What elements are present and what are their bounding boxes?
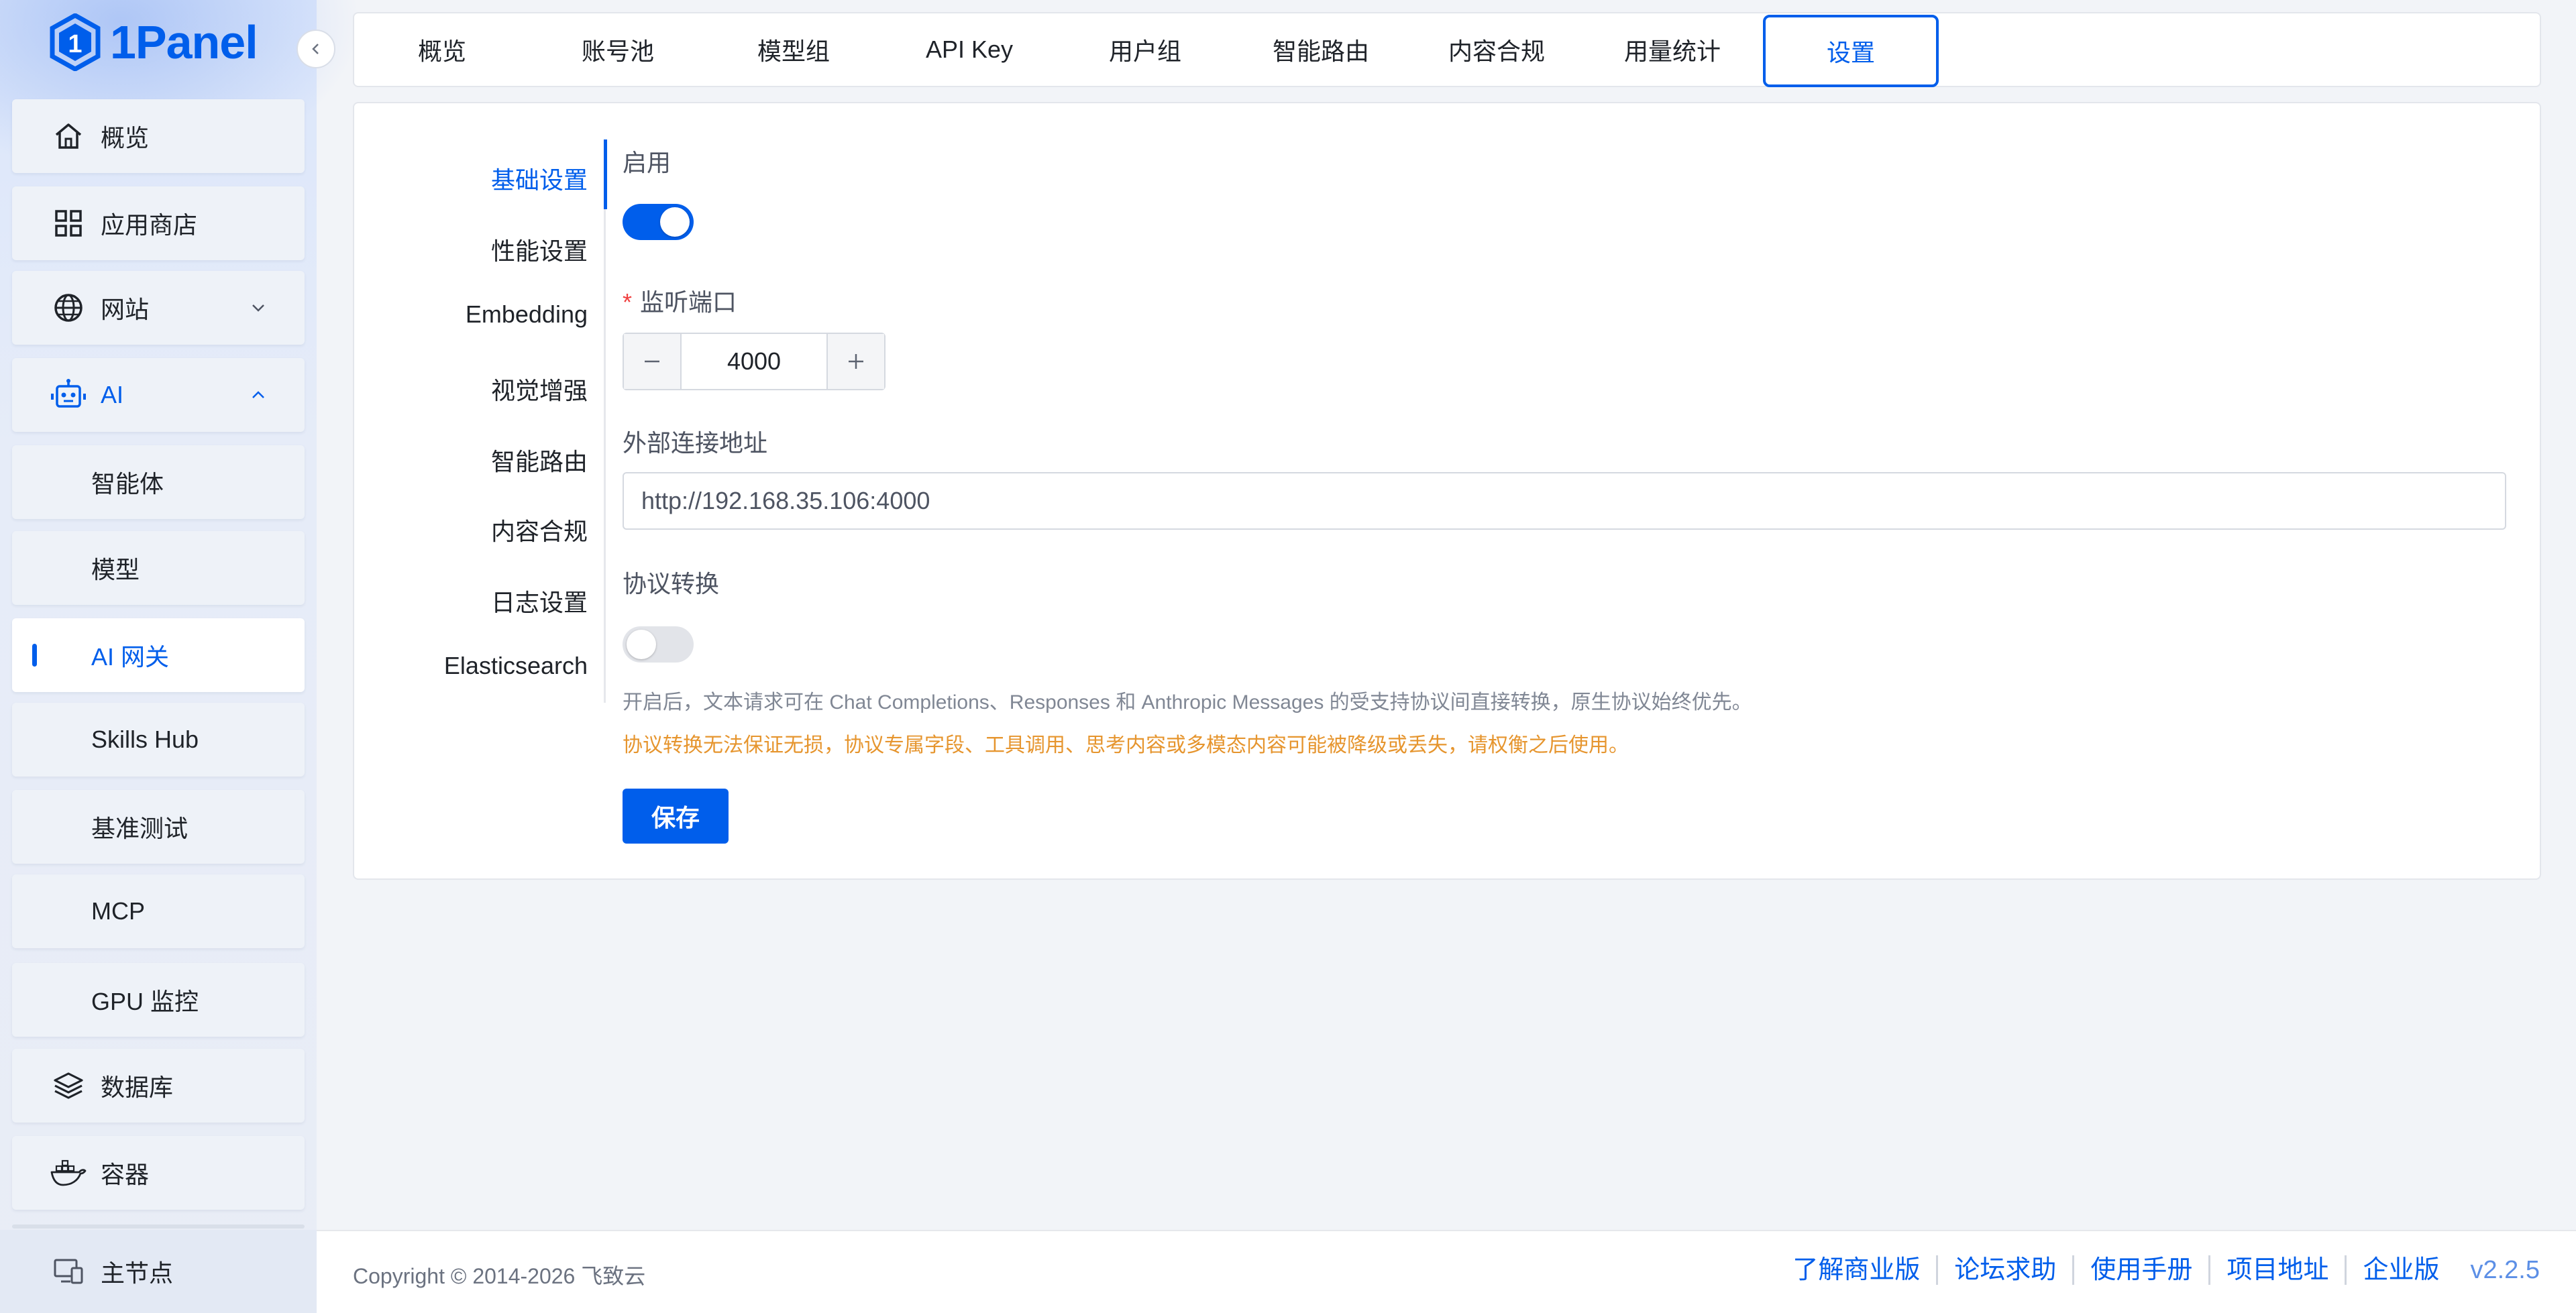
footer-link-project[interactable]: 项目地址 bbox=[2210, 1255, 2347, 1285]
sidebar-item-label: Skills Hub bbox=[91, 726, 199, 753]
sidebar-item-gpu-monitor[interactable]: GPU 监控 bbox=[12, 963, 305, 1037]
enable-label: 启用 bbox=[623, 149, 672, 176]
tab-overview[interactable]: 概览 bbox=[354, 13, 530, 86]
minus-icon bbox=[645, 360, 659, 363]
sidebar-item-container[interactable]: 容器 bbox=[12, 1136, 305, 1210]
active-indicator bbox=[32, 644, 37, 667]
docker-icon bbox=[50, 1154, 87, 1192]
sidebar-item-label: 模型 bbox=[91, 556, 140, 583]
copyright-text: Copyright © 2014-2026 飞致云 bbox=[353, 1264, 646, 1288]
sidebar-item-label: 概览 bbox=[101, 124, 150, 152]
layers-icon bbox=[50, 1067, 87, 1104]
sidebar-item-mcp[interactable]: MCP bbox=[12, 874, 305, 948]
tab-user-group[interactable]: 用户组 bbox=[1057, 13, 1233, 86]
collapse-sidebar-button[interactable] bbox=[297, 30, 335, 68]
footer-link-forum[interactable]: 论坛求助 bbox=[1938, 1255, 2075, 1285]
anchor-log-settings[interactable]: 日志设置 bbox=[491, 583, 588, 618]
plus-icon bbox=[849, 354, 863, 369]
sidebar-item-agent[interactable]: 智能体 bbox=[12, 445, 305, 519]
footer: Copyright © 2014-2026 飞致云 了解商业版 论坛求助 使用手… bbox=[317, 1230, 2576, 1313]
anchor-performance-settings[interactable]: 性能设置 bbox=[491, 232, 588, 267]
sidebar-item-benchmark[interactable]: 基准测试 bbox=[12, 790, 305, 864]
chevron-down-icon bbox=[248, 298, 268, 318]
external-url-label: 外部连接地址 bbox=[623, 429, 768, 457]
sidebar-item-ai[interactable]: AI bbox=[12, 358, 305, 432]
sidebar: 1 1Panel 概览 应用商店 网站 AI 智能体 模型 AI 网关 Skil… bbox=[0, 0, 362, 1313]
footer-links: 了解商业版 论坛求助 使用手册 项目地址 企业版 v2.2.5 bbox=[1776, 1255, 2540, 1285]
sidebar-divider bbox=[12, 1224, 305, 1229]
footer-link-manual[interactable]: 使用手册 bbox=[2074, 1255, 2211, 1285]
anchor-elasticsearch[interactable]: Elasticsearch bbox=[444, 652, 588, 680]
tab-settings[interactable]: 设置 bbox=[1763, 15, 1939, 87]
logo-text: 1Panel bbox=[110, 16, 258, 68]
sidebar-item-label: AI bbox=[101, 381, 124, 408]
version-label: v2.2.5 bbox=[2470, 1255, 2540, 1284]
tab-content-compliance[interactable]: 内容合规 bbox=[1409, 13, 1585, 86]
anchor-content-compliance[interactable]: 内容合规 bbox=[491, 512, 588, 547]
settings-card: 基础设置 性能设置 Embedding 视觉增强 智能路由 内容合规 日志设置 … bbox=[353, 102, 2541, 880]
settings-anchor-nav: 基础设置 性能设置 Embedding 视觉增强 智能路由 内容合规 日志设置 … bbox=[354, 103, 607, 878]
footer-link-enterprise[interactable]: 企业版 bbox=[2347, 1255, 2455, 1285]
tab-smart-routing[interactable]: 智能路由 bbox=[1233, 13, 1409, 86]
tab-usage-stats[interactable]: 用量统计 bbox=[1585, 13, 1760, 86]
protocol-conversion-hint: 开启后，文本请求可在 Chat Completions、Responses 和 … bbox=[623, 691, 1752, 713]
grid-icon bbox=[50, 205, 87, 242]
save-button[interactable]: 保存 bbox=[623, 789, 729, 844]
enable-switch[interactable] bbox=[623, 204, 694, 240]
tab-model-group[interactable]: 模型组 bbox=[706, 13, 881, 86]
port-stepper[interactable]: 4000 bbox=[623, 333, 885, 390]
anchor-active-marker bbox=[604, 139, 607, 209]
port-decrement-button[interactable] bbox=[624, 334, 682, 389]
gateway-tabs: 概览 账号池 模型组 API Key 用户组 智能路由 内容合规 用量统计 设置 bbox=[353, 12, 2541, 87]
sidebar-item-overview[interactable]: 概览 bbox=[12, 99, 305, 173]
anchor-smart-routing[interactable]: 智能路由 bbox=[491, 443, 588, 477]
sidebar-item-label: 主节点 bbox=[101, 1259, 174, 1287]
sidebar-item-website[interactable]: 网站 bbox=[12, 271, 305, 345]
port-label: * 监听端口 bbox=[623, 283, 737, 318]
sidebar-item-label: 容器 bbox=[101, 1161, 150, 1188]
logo[interactable]: 1 1Panel bbox=[50, 12, 258, 72]
port-input[interactable]: 4000 bbox=[682, 334, 826, 389]
footer-link-commercial[interactable]: 了解商业版 bbox=[1776, 1255, 1939, 1285]
svg-text:1: 1 bbox=[68, 30, 82, 58]
sidebar-item-skills-hub[interactable]: Skills Hub bbox=[12, 703, 305, 777]
chevron-up-icon bbox=[248, 385, 268, 405]
switch-knob bbox=[660, 207, 690, 237]
sidebar-item-label: 数据库 bbox=[101, 1074, 174, 1101]
sidebar-item-database[interactable]: 数据库 bbox=[12, 1049, 305, 1123]
protocol-conversion-warning: 协议转换无法保证无损，协议专属字段、工具调用、思考内容或多模态内容可能被降级或丢… bbox=[623, 734, 1629, 756]
switch-knob bbox=[627, 630, 656, 659]
sidebar-item-main-node[interactable]: 主节点 bbox=[0, 1230, 317, 1313]
port-label-text: 监听端口 bbox=[640, 288, 737, 316]
robot-icon bbox=[50, 376, 87, 414]
sidebar-item-model[interactable]: 模型 bbox=[12, 531, 305, 605]
external-url-input[interactable]: http://192.168.35.106:4000 bbox=[623, 472, 2506, 530]
sidebar-item-label: MCP bbox=[91, 897, 145, 925]
protocol-conversion-switch[interactable] bbox=[623, 626, 694, 663]
tab-account-pool[interactable]: 账号池 bbox=[530, 13, 706, 86]
chevron-left-icon bbox=[312, 44, 319, 54]
tab-api-key[interactable]: API Key bbox=[881, 13, 1057, 86]
home-icon bbox=[50, 117, 87, 155]
sidebar-item-label: AI 网关 bbox=[91, 643, 170, 671]
sidebar-item-label: GPU 监控 bbox=[91, 988, 199, 1015]
sidebar-item-label: 基准测试 bbox=[91, 815, 189, 842]
sidebar-item-label: 智能体 bbox=[91, 470, 164, 498]
anchor-track bbox=[604, 139, 606, 703]
anchor-visual-enhancement[interactable]: 视觉增强 bbox=[491, 372, 588, 406]
required-mark: * bbox=[623, 288, 633, 316]
sidebar-item-ai-gateway[interactable]: AI 网关 bbox=[12, 618, 305, 692]
globe-icon bbox=[50, 289, 87, 327]
sidebar-item-label: 网站 bbox=[101, 296, 150, 323]
sidebar-item-label: 应用商店 bbox=[101, 211, 198, 239]
protocol-conversion-label: 协议转换 bbox=[623, 570, 720, 597]
anchor-basic-settings[interactable]: 基础设置 bbox=[491, 161, 588, 196]
sidebar-item-app-store[interactable]: 应用商店 bbox=[12, 186, 305, 260]
monitor-icon bbox=[50, 1253, 87, 1290]
port-increment-button[interactable] bbox=[826, 334, 884, 389]
anchor-embedding[interactable]: Embedding bbox=[466, 300, 588, 329]
logo-icon: 1 bbox=[50, 13, 101, 71]
